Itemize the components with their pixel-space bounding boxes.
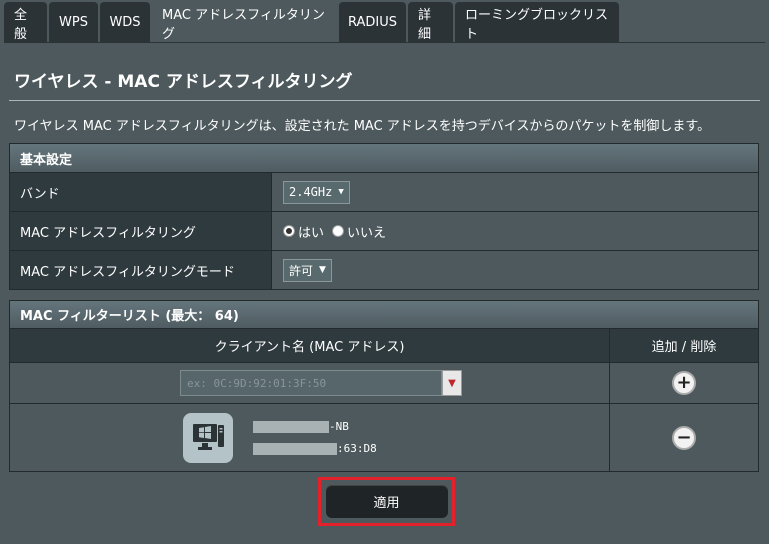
triangle-down-icon: ▼ bbox=[448, 377, 456, 389]
basic-settings-header: 基本設定 bbox=[10, 144, 758, 172]
apply-highlight-box: 適用 bbox=[318, 477, 455, 526]
page-description: ワイヤレス MAC アドレスフィルタリングは、設定された MAC アドレスを持つ… bbox=[14, 119, 711, 134]
filter-mode-row: MAC アドレスフィルタリングモード 許可 ▼ bbox=[10, 250, 758, 289]
redacted-device-mac bbox=[253, 442, 337, 455]
mac-filter-list-header: MAC フィルターリスト (最大： 64) bbox=[10, 301, 758, 328]
tab-advanced[interactable]: 詳細 bbox=[408, 2, 453, 43]
remove-button[interactable]: − bbox=[672, 425, 696, 450]
filter-yes-option[interactable]: はい bbox=[283, 222, 324, 241]
band-row: バンド 2.4GHz ▼ bbox=[10, 172, 758, 211]
filter-enable-row: MAC アドレスフィルタリング はい いいえ bbox=[10, 211, 758, 250]
list-item: -NB :63:D8 − bbox=[10, 403, 758, 471]
triangle-down-icon: ▼ bbox=[319, 265, 326, 275]
tab-underline bbox=[4, 42, 765, 43]
device-mac-suffix: :63:D8 bbox=[337, 442, 377, 455]
filter-mode-label: MAC アドレスフィルタリングモード bbox=[10, 251, 272, 289]
filter-mode-select[interactable]: 許可 ▼ bbox=[283, 258, 332, 282]
filter-mode-value: 許可 bbox=[289, 263, 314, 278]
band-value: 2.4GHz bbox=[289, 185, 333, 199]
add-button[interactable]: + bbox=[672, 371, 696, 395]
minus-circle-icon: − bbox=[676, 426, 692, 448]
filter-no-option[interactable]: いいえ bbox=[332, 222, 386, 241]
mac-filter-column-header: クライアント名 (MAC アドレス) 追加 / 削除 bbox=[10, 328, 758, 362]
filter-no-label: いいえ bbox=[347, 225, 387, 241]
plus-circle-icon: + bbox=[676, 372, 692, 393]
tab-roaming-block-list[interactable]: ローミングブロックリスト bbox=[455, 2, 619, 43]
tab-radius[interactable]: RADIUS bbox=[339, 2, 406, 43]
mac-address-input[interactable]: ex: 0C:9D:92:01:3F:50 bbox=[180, 370, 442, 396]
tab-wds[interactable]: WDS bbox=[100, 2, 150, 43]
client-dropdown-button[interactable]: ▼ bbox=[442, 370, 462, 396]
basic-settings-table: 基本設定 バンド 2.4GHz ▼ MAC アドレスフィルタリング はい いいえ bbox=[9, 143, 759, 290]
filter-enable-radio-group: はい いいえ bbox=[283, 222, 390, 241]
tab-mac-filter[interactable]: MAC アドレスフィルタリング bbox=[152, 2, 337, 43]
device-info: -NB :63:D8 bbox=[253, 420, 377, 455]
filter-no-radio[interactable] bbox=[332, 225, 345, 237]
windows-pc-icon bbox=[183, 412, 233, 463]
tab-wps[interactable]: WPS bbox=[49, 2, 98, 43]
mac-filter-list-table: MAC フィルターリスト (最大： 64) クライアント名 (MAC アドレス)… bbox=[9, 300, 759, 472]
redacted-device-name bbox=[253, 420, 329, 433]
band-select[interactable]: 2.4GHz ▼ bbox=[283, 180, 350, 204]
page-title: ワイヤレス - MAC アドレスフィルタリング bbox=[14, 72, 353, 92]
apply-button[interactable]: 適用 bbox=[325, 485, 448, 518]
client-name-column: クライアント名 (MAC アドレス) bbox=[10, 329, 610, 362]
title-divider bbox=[9, 100, 760, 101]
filter-yes-radio[interactable] bbox=[283, 225, 295, 237]
tab-bar: 全般 WPS WDS MAC アドレスフィルタリング RADIUS 詳細 ローミ… bbox=[4, 2, 619, 43]
add-remove-column: 追加 / 削除 bbox=[651, 340, 717, 355]
add-mac-row: ex: 0C:9D:92:01:3F:50 ▼ + bbox=[10, 362, 758, 403]
device-name-suffix: -NB bbox=[329, 420, 349, 433]
triangle-down-icon: ▼ bbox=[338, 187, 344, 197]
tab-general[interactable]: 全般 bbox=[4, 2, 47, 43]
filter-yes-label: はい bbox=[298, 225, 325, 241]
filter-enable-label: MAC アドレスフィルタリング bbox=[10, 212, 272, 250]
band-label: バンド bbox=[10, 173, 272, 211]
